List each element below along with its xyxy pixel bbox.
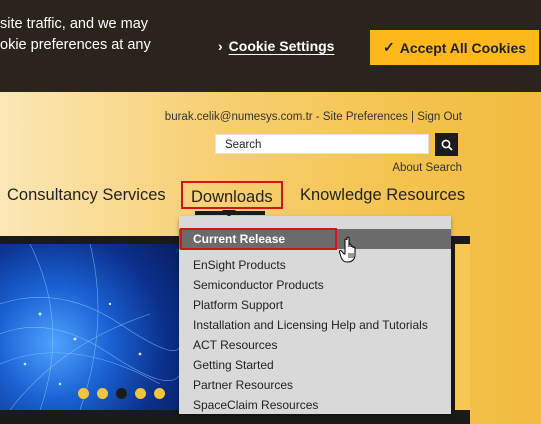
user-bar: burak.celik@numesys.com.tr - Site Prefer…	[165, 111, 462, 123]
cookie-settings-link[interactable]: › Cookie Settings	[218, 38, 334, 54]
chevron-right-icon: ›	[218, 38, 223, 54]
cookie-banner-text: site traffic, and we may okie preference…	[0, 14, 200, 56]
carousel-dot[interactable]	[135, 388, 146, 399]
carousel-dot[interactable]	[97, 388, 108, 399]
cookie-settings-label: Cookie Settings	[228, 38, 335, 54]
check-icon: ✓	[382, 39, 395, 55]
about-search-link[interactable]: About Search	[392, 162, 462, 174]
nav-consultancy-services[interactable]: Consultancy Services	[7, 186, 166, 205]
carousel-dot-active[interactable]	[116, 388, 127, 399]
sign-out-link[interactable]: Sign Out	[417, 111, 462, 123]
hand-pointer-icon	[339, 236, 356, 263]
dropdown-item-semiconductor-products[interactable]: Semiconductor Products	[193, 278, 324, 292]
user-bar-separator: -	[312, 111, 323, 123]
search-button[interactable]	[435, 133, 458, 156]
accept-all-cookies-button[interactable]: ✓ Accept All Cookies	[370, 30, 539, 65]
user-bar-separator: |	[407, 111, 418, 123]
hero-image	[0, 244, 180, 410]
nav-knowledge-resources[interactable]: Knowledge Resources	[300, 186, 465, 205]
hero-side-panel	[455, 244, 470, 410]
carousel-dot[interactable]	[78, 388, 89, 399]
user-email: burak.celik@numesys.com.tr	[164, 111, 313, 123]
dropdown-item-act-resources[interactable]: ACT Resources	[193, 338, 277, 352]
dropdown-item-partner-resources[interactable]: Partner Resources	[193, 378, 293, 392]
dropdown-item-installation-licensing[interactable]: Installation and Licensing Help and Tuto…	[193, 318, 428, 332]
current-release-highlight-box	[180, 228, 337, 250]
search-input[interactable]: Search	[215, 134, 429, 154]
carousel-dots	[78, 388, 165, 399]
carousel-dot[interactable]	[154, 388, 165, 399]
dropdown-item-getting-started[interactable]: Getting Started	[193, 358, 274, 372]
dropdown-item-platform-support[interactable]: Platform Support	[193, 298, 283, 312]
dropdown-item-ensight-products[interactable]: EnSight Products	[193, 258, 286, 272]
accept-all-cookies-label: Accept All Cookies	[399, 39, 527, 56]
dropdown-item-spaceclaim-resources[interactable]: SpaceClaim Resources	[193, 398, 318, 412]
cookie-text-line-1: site traffic, and we may	[0, 16, 149, 32]
nav-downloads[interactable]: Downloads	[181, 181, 283, 209]
site-preferences-link[interactable]: Site Preferences	[323, 111, 408, 123]
search-icon	[441, 139, 453, 151]
cookie-text-line-2: okie preferences at any	[0, 37, 151, 53]
